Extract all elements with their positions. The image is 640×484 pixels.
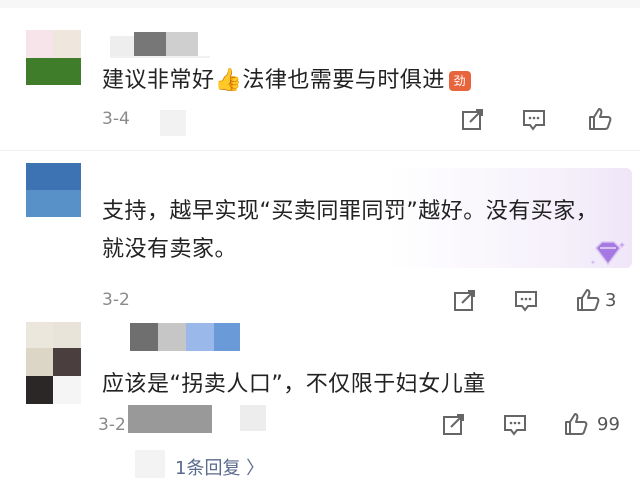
share-icon[interactable]: [460, 107, 486, 133]
comment-text: 建议非常好👍法律也需要与时俱进劲: [102, 62, 471, 94]
diamond-icon: [590, 241, 625, 266]
date-blur: [160, 110, 186, 136]
comment-date: 3-2: [102, 290, 130, 310]
like-icon[interactable]: [563, 411, 589, 437]
username-blurred[interactable]: [130, 323, 240, 351]
avatar[interactable]: [26, 322, 81, 404]
comment-date: 3-2: [98, 415, 126, 435]
comment-text: 应该是“拐卖人口”，不仅限于妇女儿童: [102, 372, 486, 397]
comment-date: 3-4: [102, 109, 130, 129]
comment-text-content: 建议非常好👍法律也需要与时俱进: [102, 68, 445, 93]
comment-icon[interactable]: [502, 412, 528, 438]
top-divider: [0, 0, 640, 8]
like-count: 3: [605, 290, 617, 311]
share-icon[interactable]: [441, 412, 467, 438]
date-blur-2: [240, 405, 266, 431]
like-icon[interactable]: [587, 106, 613, 132]
comment-icon[interactable]: [513, 288, 539, 314]
badge-icon: 劲: [448, 71, 471, 91]
username-blurred[interactable]: [110, 32, 210, 58]
date-blur: [128, 405, 212, 433]
share-icon[interactable]: [452, 288, 478, 314]
avatar[interactable]: [26, 30, 81, 85]
comment-text-line1: 支持，越早实现“买卖同罪同罚”越好。没有买家，: [102, 199, 599, 224]
avatar[interactable]: [26, 163, 81, 217]
view-replies-link[interactable]: 1条回复 〉: [175, 454, 264, 480]
reply-blur: [135, 450, 165, 478]
comment-text-line2: 就没有卖家。: [102, 237, 238, 262]
like-count: 99: [597, 414, 620, 435]
divider: [0, 150, 640, 151]
comment-icon[interactable]: [521, 107, 547, 133]
like-icon[interactable]: [575, 287, 601, 313]
